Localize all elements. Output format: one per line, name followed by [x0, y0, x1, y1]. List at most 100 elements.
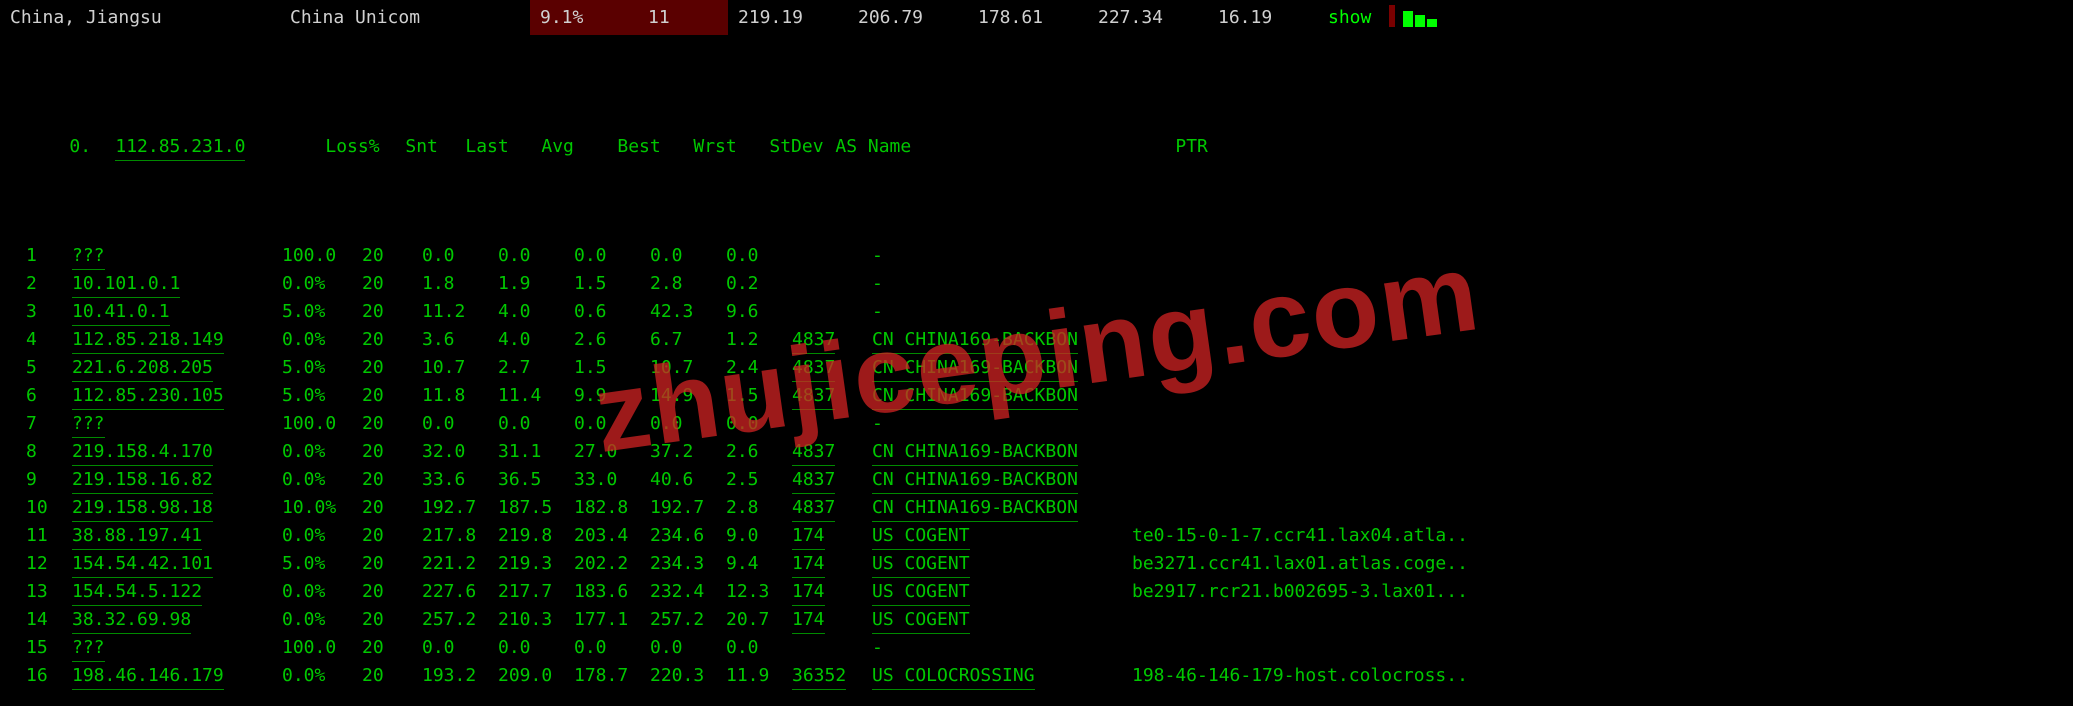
host-link[interactable]: 221.6.208.205: [72, 354, 213, 382]
asname-link[interactable]: US COLOCROSSING: [872, 662, 1035, 690]
host-link[interactable]: 198.46.146.179: [72, 662, 224, 690]
table-row: 12154.54.42.1015.0%20221.2219.3202.2234.…: [26, 550, 2047, 578]
cell-loss: 0.0%: [282, 438, 362, 465]
table-row: 1138.88.197.410.0%20217.8219.8203.4234.6…: [26, 522, 2047, 550]
asname-link[interactable]: US COGENT: [872, 578, 970, 606]
cell-stdev: 12.3: [726, 578, 792, 605]
cell-stdev: 20.7: [726, 606, 792, 633]
host-link[interactable]: 38.88.197.41: [72, 522, 202, 550]
asname-link[interactable]: CN CHINA169-BACKBON: [872, 382, 1078, 410]
asname-link[interactable]: US COGENT: [872, 550, 970, 578]
asname-link[interactable]: CN CHINA169-BACKBON: [872, 326, 1078, 354]
cell-snt: 20: [362, 242, 422, 269]
cell-avg: 187.5: [498, 494, 574, 521]
cell-stdev: 2.6: [726, 438, 792, 465]
host-link[interactable]: 219.158.16.82: [72, 466, 213, 494]
cell-stdev: 9.6: [726, 298, 792, 325]
cell-loss: 0.0%: [282, 326, 362, 353]
host-link[interactable]: 38.32.69.98: [72, 606, 191, 634]
host-link[interactable]: 219.158.98.18: [72, 494, 213, 522]
cell-last: 192.7: [422, 494, 498, 521]
host-link[interactable]: 154.54.42.101: [72, 550, 213, 578]
asname-link[interactable]: CN CHINA169-BACKBON: [872, 354, 1078, 382]
asn-link[interactable]: 174: [792, 550, 825, 578]
host-link[interactable]: 154.54.5.122: [72, 578, 202, 606]
cell-last: 0.0: [422, 410, 498, 437]
cell-snt: 20: [362, 550, 422, 577]
cell-last: 217.8: [422, 522, 498, 549]
cell-best: 182.8: [574, 494, 650, 521]
cell-avg: 0.0: [498, 242, 574, 269]
asname-link[interactable]: US COGENT: [872, 522, 970, 550]
asname-link[interactable]: US COGENT: [872, 606, 970, 634]
cell-snt: 20: [362, 522, 422, 549]
host-link[interactable]: 219.158.4.170: [72, 438, 213, 466]
cell-snt: 20: [362, 634, 422, 661]
asn-link[interactable]: 4837: [792, 494, 835, 522]
cell-loss: 5.0%: [282, 354, 362, 381]
sparkline-icon: [1389, 5, 1469, 29]
cell-wrst: 42.3: [650, 298, 726, 325]
cell-hop: 1: [26, 242, 72, 269]
cell-wrst: 192.7: [650, 494, 726, 521]
cell-stdev: 9.0: [726, 522, 792, 549]
cell-best: 9.9: [574, 382, 650, 409]
cell-hop: 7: [26, 410, 72, 437]
cell-best: 183.6: [574, 578, 650, 605]
host-link[interactable]: ???: [72, 242, 105, 270]
asn-link[interactable]: 4837: [792, 326, 835, 354]
table-row: 6112.85.230.1055.0%2011.811.49.914.91.54…: [26, 382, 2047, 410]
asn-link[interactable]: 4837: [792, 382, 835, 410]
cell-avg: 36.5: [498, 466, 574, 493]
host-link[interactable]: 112.85.230.105: [72, 382, 224, 410]
cell-last: 221.2: [422, 550, 498, 577]
cell-last: 11.8: [422, 382, 498, 409]
cell-last: 1.8: [422, 270, 498, 297]
cell-stdev: 2.4: [726, 354, 792, 381]
asn-link[interactable]: 4837: [792, 354, 835, 382]
cell-avg: 11.4: [498, 382, 574, 409]
asname-link[interactable]: CN CHINA169-BACKBON: [872, 466, 1078, 494]
host-link[interactable]: 112.85.218.149: [72, 326, 224, 354]
cell-loss: 10.0%: [282, 494, 362, 521]
cell-hop: 6: [26, 382, 72, 409]
cell-snt: 20: [362, 466, 422, 493]
cell-snt: 20: [362, 382, 422, 409]
asn-link[interactable]: 4837: [792, 466, 835, 494]
cell-hop: 16: [26, 662, 72, 689]
cell-last: 3.6: [422, 326, 498, 353]
table-row: 7???100.0200.00.00.00.00.0-: [26, 410, 2047, 438]
cell-loss: 0.0%: [282, 466, 362, 493]
show-button[interactable]: show: [1318, 0, 1381, 35]
isp: China Unicom: [280, 0, 530, 35]
cell-ptr: 198-46-146-179-host.colocross..: [1132, 662, 1468, 689]
cell-last: 11.2: [422, 298, 498, 325]
host-link[interactable]: 10.101.0.1: [72, 270, 180, 298]
col-loss: Loss%: [325, 133, 405, 160]
location: China, Jiangsu: [0, 0, 280, 35]
cell-wrst: 10.7: [650, 354, 726, 381]
cell-stdev: 1.5: [726, 382, 792, 409]
asn-link[interactable]: 4837: [792, 438, 835, 466]
cell-wrst: 234.6: [650, 522, 726, 549]
col-host[interactable]: 112.85.231.0: [115, 133, 245, 161]
asname-link[interactable]: CN CHINA169-BACKBON: [872, 494, 1078, 522]
host-link[interactable]: 10.41.0.1: [72, 298, 170, 326]
asn-link[interactable]: 36352: [792, 662, 846, 690]
asname-link[interactable]: CN CHINA169-BACKBON: [872, 438, 1078, 466]
cell-snt: 20: [362, 662, 422, 689]
asn-link[interactable]: 174: [792, 578, 825, 606]
cell-avg: 210.3: [498, 606, 574, 633]
cell-best: 0.6: [574, 298, 650, 325]
summary-wrst: 227.34: [1088, 0, 1208, 35]
col-ptr: PTR: [1175, 133, 1208, 160]
host-link[interactable]: ???: [72, 634, 105, 662]
cell-hop: 10: [26, 494, 72, 521]
cell-last: 10.7: [422, 354, 498, 381]
cell-snt: 20: [362, 438, 422, 465]
asn-link[interactable]: 174: [792, 522, 825, 550]
cell-wrst: 232.4: [650, 578, 726, 605]
host-link[interactable]: ???: [72, 410, 105, 438]
cell-loss: 0.0%: [282, 578, 362, 605]
asn-link[interactable]: 174: [792, 606, 825, 634]
